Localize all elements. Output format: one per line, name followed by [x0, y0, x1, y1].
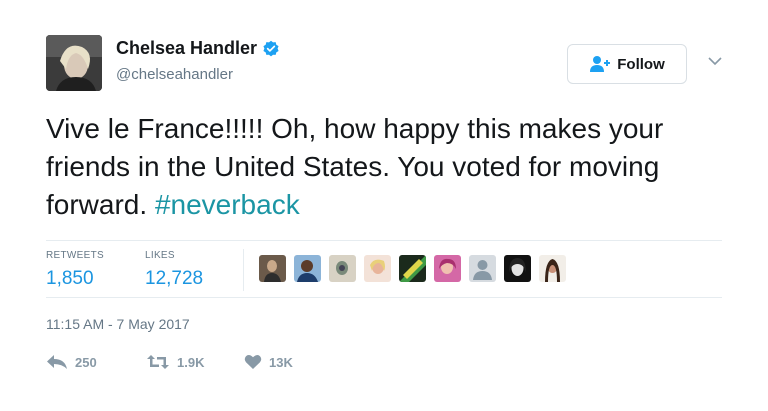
tweet-card: Chelsea Handler @chelseahandler Follow V…	[0, 0, 768, 411]
retweet-button[interactable]: 1.9K	[146, 354, 204, 370]
retweets-count: 1,850	[46, 268, 94, 289]
tweet-body: Vive le France!!!!! Oh, how happy this m…	[46, 113, 664, 220]
likes-count: 12,728	[145, 268, 204, 289]
author-name-row: Chelsea Handler	[116, 38, 280, 59]
liker-avatar[interactable]	[294, 255, 321, 282]
avatar[interactable]	[46, 35, 102, 91]
retweet-icon	[146, 354, 170, 370]
retweets-label: RETWEETS	[46, 250, 104, 261]
verified-badge-icon	[262, 40, 280, 58]
tweet-text: Vive le France!!!!! Oh, how happy this m…	[46, 110, 736, 224]
chevron-down-icon[interactable]	[706, 54, 724, 68]
like-action-count: 13K	[269, 354, 293, 370]
follow-user-icon	[589, 55, 611, 73]
reply-button[interactable]: 250	[46, 354, 97, 370]
liker-avatar[interactable]	[434, 255, 461, 282]
author-name[interactable]: Chelsea Handler	[116, 38, 257, 59]
liker-avatar[interactable]	[259, 255, 286, 282]
retweet-action-count: 1.9K	[177, 354, 205, 370]
likes-stat[interactable]: LIKES 12,728	[145, 250, 203, 290]
likers-avatars	[259, 255, 574, 282]
likes-label: LIKES	[145, 250, 175, 261]
liker-avatar[interactable]	[504, 255, 531, 282]
like-button[interactable]: 13K	[244, 354, 293, 370]
stats-separator	[243, 249, 244, 291]
hashtag-link[interactable]: #neverback	[155, 189, 300, 220]
liker-avatar[interactable]	[469, 255, 496, 282]
tweet-timestamp[interactable]: 11:15 AM - 7 May 2017	[46, 316, 190, 332]
retweet-stat[interactable]: RETWEETS 1,850	[46, 250, 104, 290]
divider	[46, 297, 722, 298]
heart-icon	[244, 354, 262, 370]
liker-avatar[interactable]	[364, 255, 391, 282]
author-handle[interactable]: @chelseahandler	[116, 66, 233, 83]
follow-button[interactable]: Follow	[567, 44, 687, 84]
liker-avatar[interactable]	[329, 255, 356, 282]
liker-avatar[interactable]	[539, 255, 566, 282]
reply-count: 250	[75, 354, 97, 370]
reply-icon	[46, 354, 68, 370]
divider	[46, 240, 722, 241]
follow-label: Follow	[617, 55, 665, 73]
liker-avatar[interactable]	[399, 255, 426, 282]
